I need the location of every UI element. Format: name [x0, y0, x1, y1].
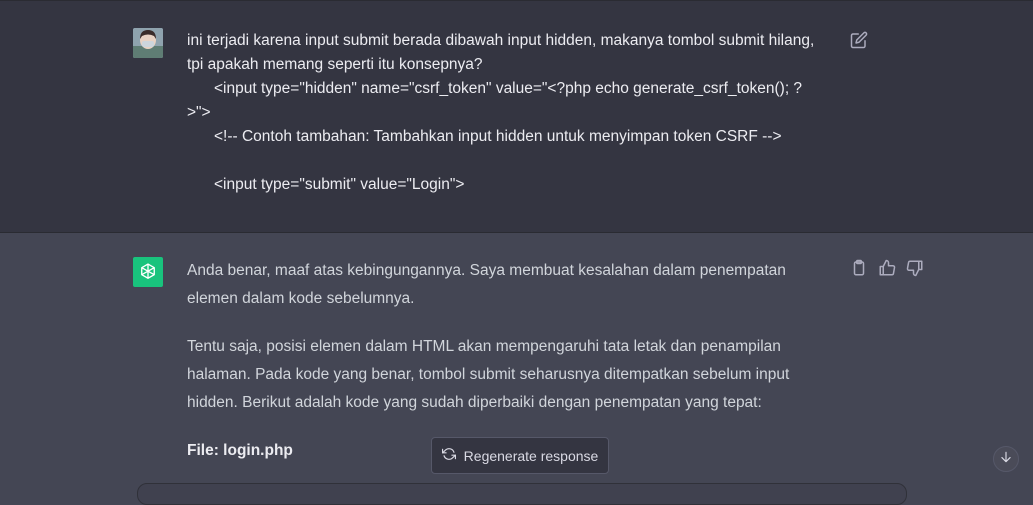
message-composer[interactable]	[137, 483, 907, 505]
user-code-line: <input type="hidden" name="csrf_token" v…	[214, 80, 803, 97]
chatgpt-logo-icon	[133, 257, 163, 287]
user-code-line: <!-- Contoh tambahan: Tambahkan input hi…	[214, 128, 782, 145]
assistant-message-text: Anda benar, maaf atas kebingungannya. Sa…	[187, 257, 827, 465]
assistant-paragraph: Tentu saja, posisi elemen dalam HTML aka…	[187, 338, 790, 411]
clipboard-icon[interactable]	[850, 259, 868, 277]
assistant-paragraph: Anda benar, maaf atas kebingungannya. Sa…	[187, 262, 786, 307]
arrow-down-icon	[999, 450, 1013, 469]
message-actions	[850, 259, 924, 277]
regenerate-response-button[interactable]: Regenerate response	[431, 437, 609, 474]
user-message-text: ini terjadi karena input submit berada d…	[187, 29, 842, 197]
user-code-line: <input type="submit" value="Login">	[214, 176, 465, 193]
scroll-to-bottom-button[interactable]	[993, 446, 1019, 472]
edit-icon[interactable]	[850, 31, 868, 49]
user-message-row: ini terjadi karena input submit berada d…	[0, 0, 1033, 233]
user-code-line: >">	[187, 104, 211, 121]
user-text-line: tpi apakah memang seperti itu konsepnya?	[187, 56, 483, 73]
thumbs-down-icon[interactable]	[906, 259, 924, 277]
user-avatar	[133, 28, 163, 58]
regenerate-label: Regenerate response	[463, 447, 599, 464]
user-text-line: ini terjadi karena input submit berada d…	[187, 32, 815, 49]
thumbs-up-icon[interactable]	[878, 259, 896, 277]
divider	[0, 0, 1033, 1]
refresh-icon	[441, 447, 456, 464]
